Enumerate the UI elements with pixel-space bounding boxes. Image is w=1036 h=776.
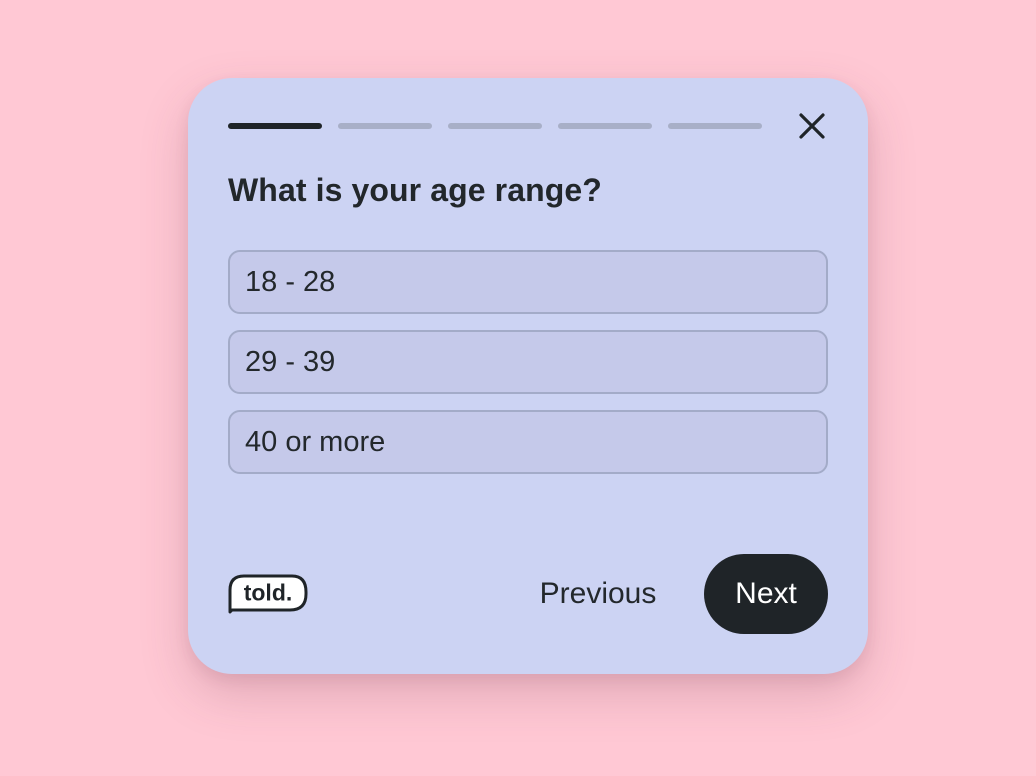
option-label: 40 or more: [245, 425, 386, 458]
option-label: 18 - 28: [245, 265, 336, 298]
option-40-or-more[interactable]: 40 or more: [228, 410, 828, 474]
previous-button[interactable]: Previous: [520, 554, 676, 634]
option-18-28[interactable]: 18 - 28: [228, 250, 828, 314]
progress-segment-5: [668, 123, 762, 129]
option-label: 29 - 39: [245, 345, 336, 378]
told-logo[interactable]: told.: [228, 574, 308, 614]
progress-bar: [228, 123, 762, 129]
close-icon: [799, 113, 825, 139]
answer-options: 18 - 28 29 - 39 40 or more: [228, 250, 828, 474]
svg-text:told.: told.: [244, 580, 293, 606]
progress-segment-2: [338, 123, 432, 129]
question-title: What is your age range?: [228, 172, 602, 208]
close-button[interactable]: [792, 106, 832, 146]
option-29-39[interactable]: 29 - 39: [228, 330, 828, 394]
next-button[interactable]: Next: [704, 554, 828, 634]
progress-segment-3: [448, 123, 542, 129]
progress-segment-4: [558, 123, 652, 129]
progress-segment-1: [228, 123, 322, 129]
survey-card: What is your age range? 18 - 28 29 - 39 …: [188, 78, 868, 674]
